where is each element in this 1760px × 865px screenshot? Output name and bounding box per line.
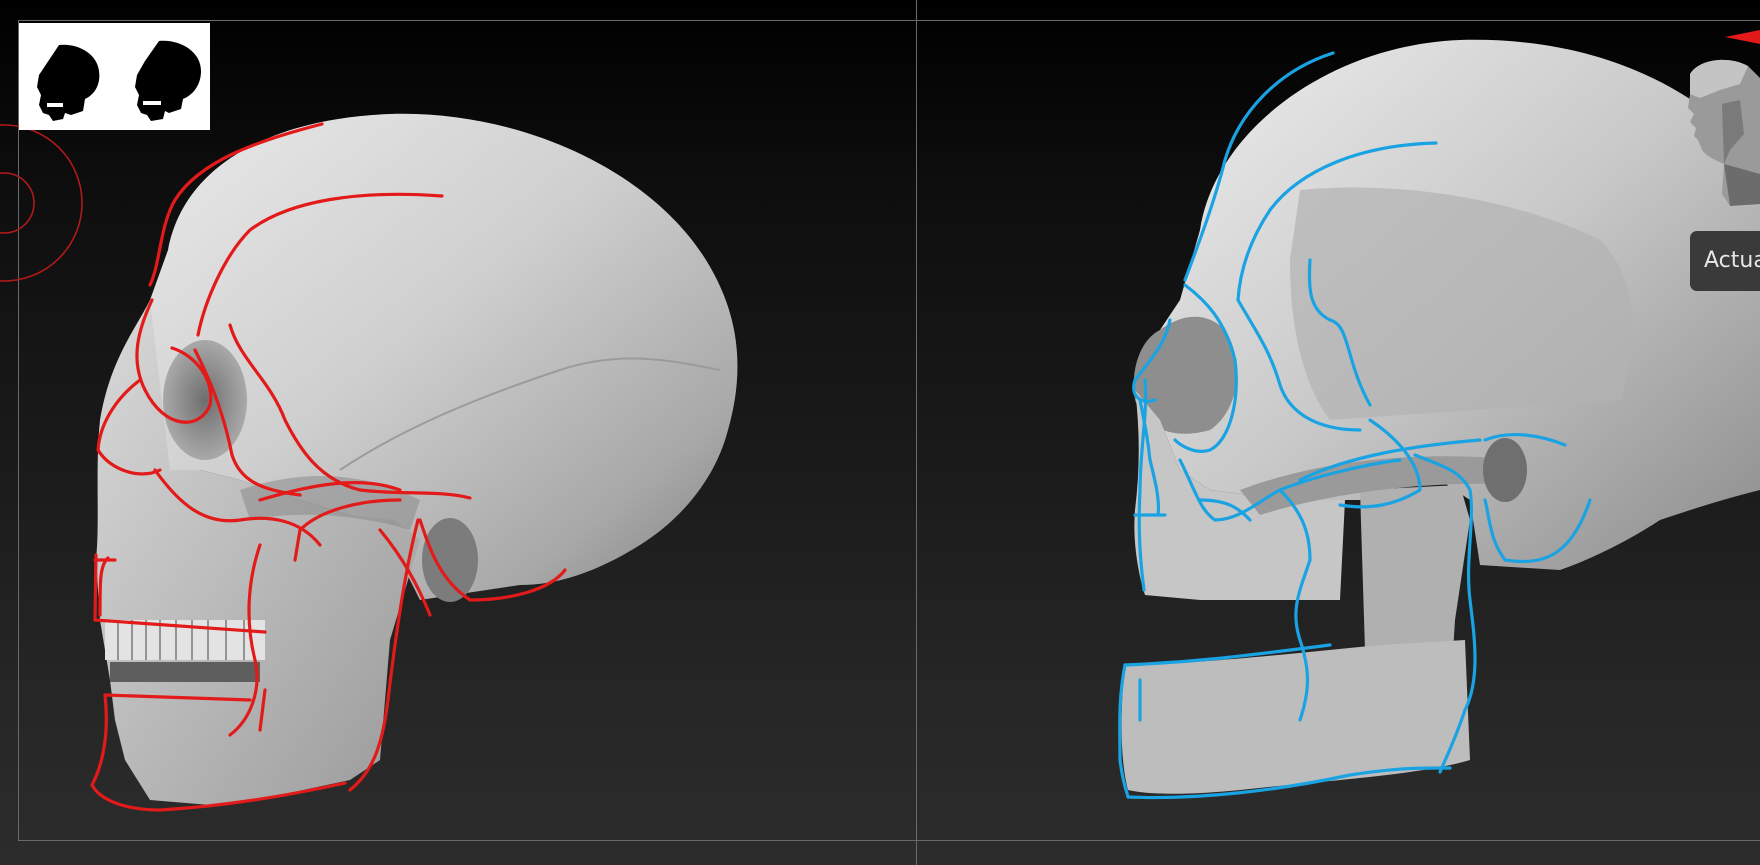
sculpt-scene[interactable]: [0, 0, 1760, 865]
zbrush-viewport[interactable]: Actua: [0, 0, 1760, 865]
rotate-marker-icon: [1725, 30, 1760, 44]
reference-thumbnail[interactable]: [19, 23, 210, 130]
head-gizmo-icon: [1688, 59, 1760, 206]
left-skull-model: [96, 113, 738, 805]
navigation-head-gizmo[interactable]: [1660, 54, 1760, 214]
actual-camera-button-label: Actua: [1704, 248, 1760, 273]
rotate-indicator-icon: [0, 124, 83, 282]
actual-camera-button[interactable]: Actua: [1690, 231, 1760, 291]
skull-silhouettes-icon: [37, 40, 201, 121]
